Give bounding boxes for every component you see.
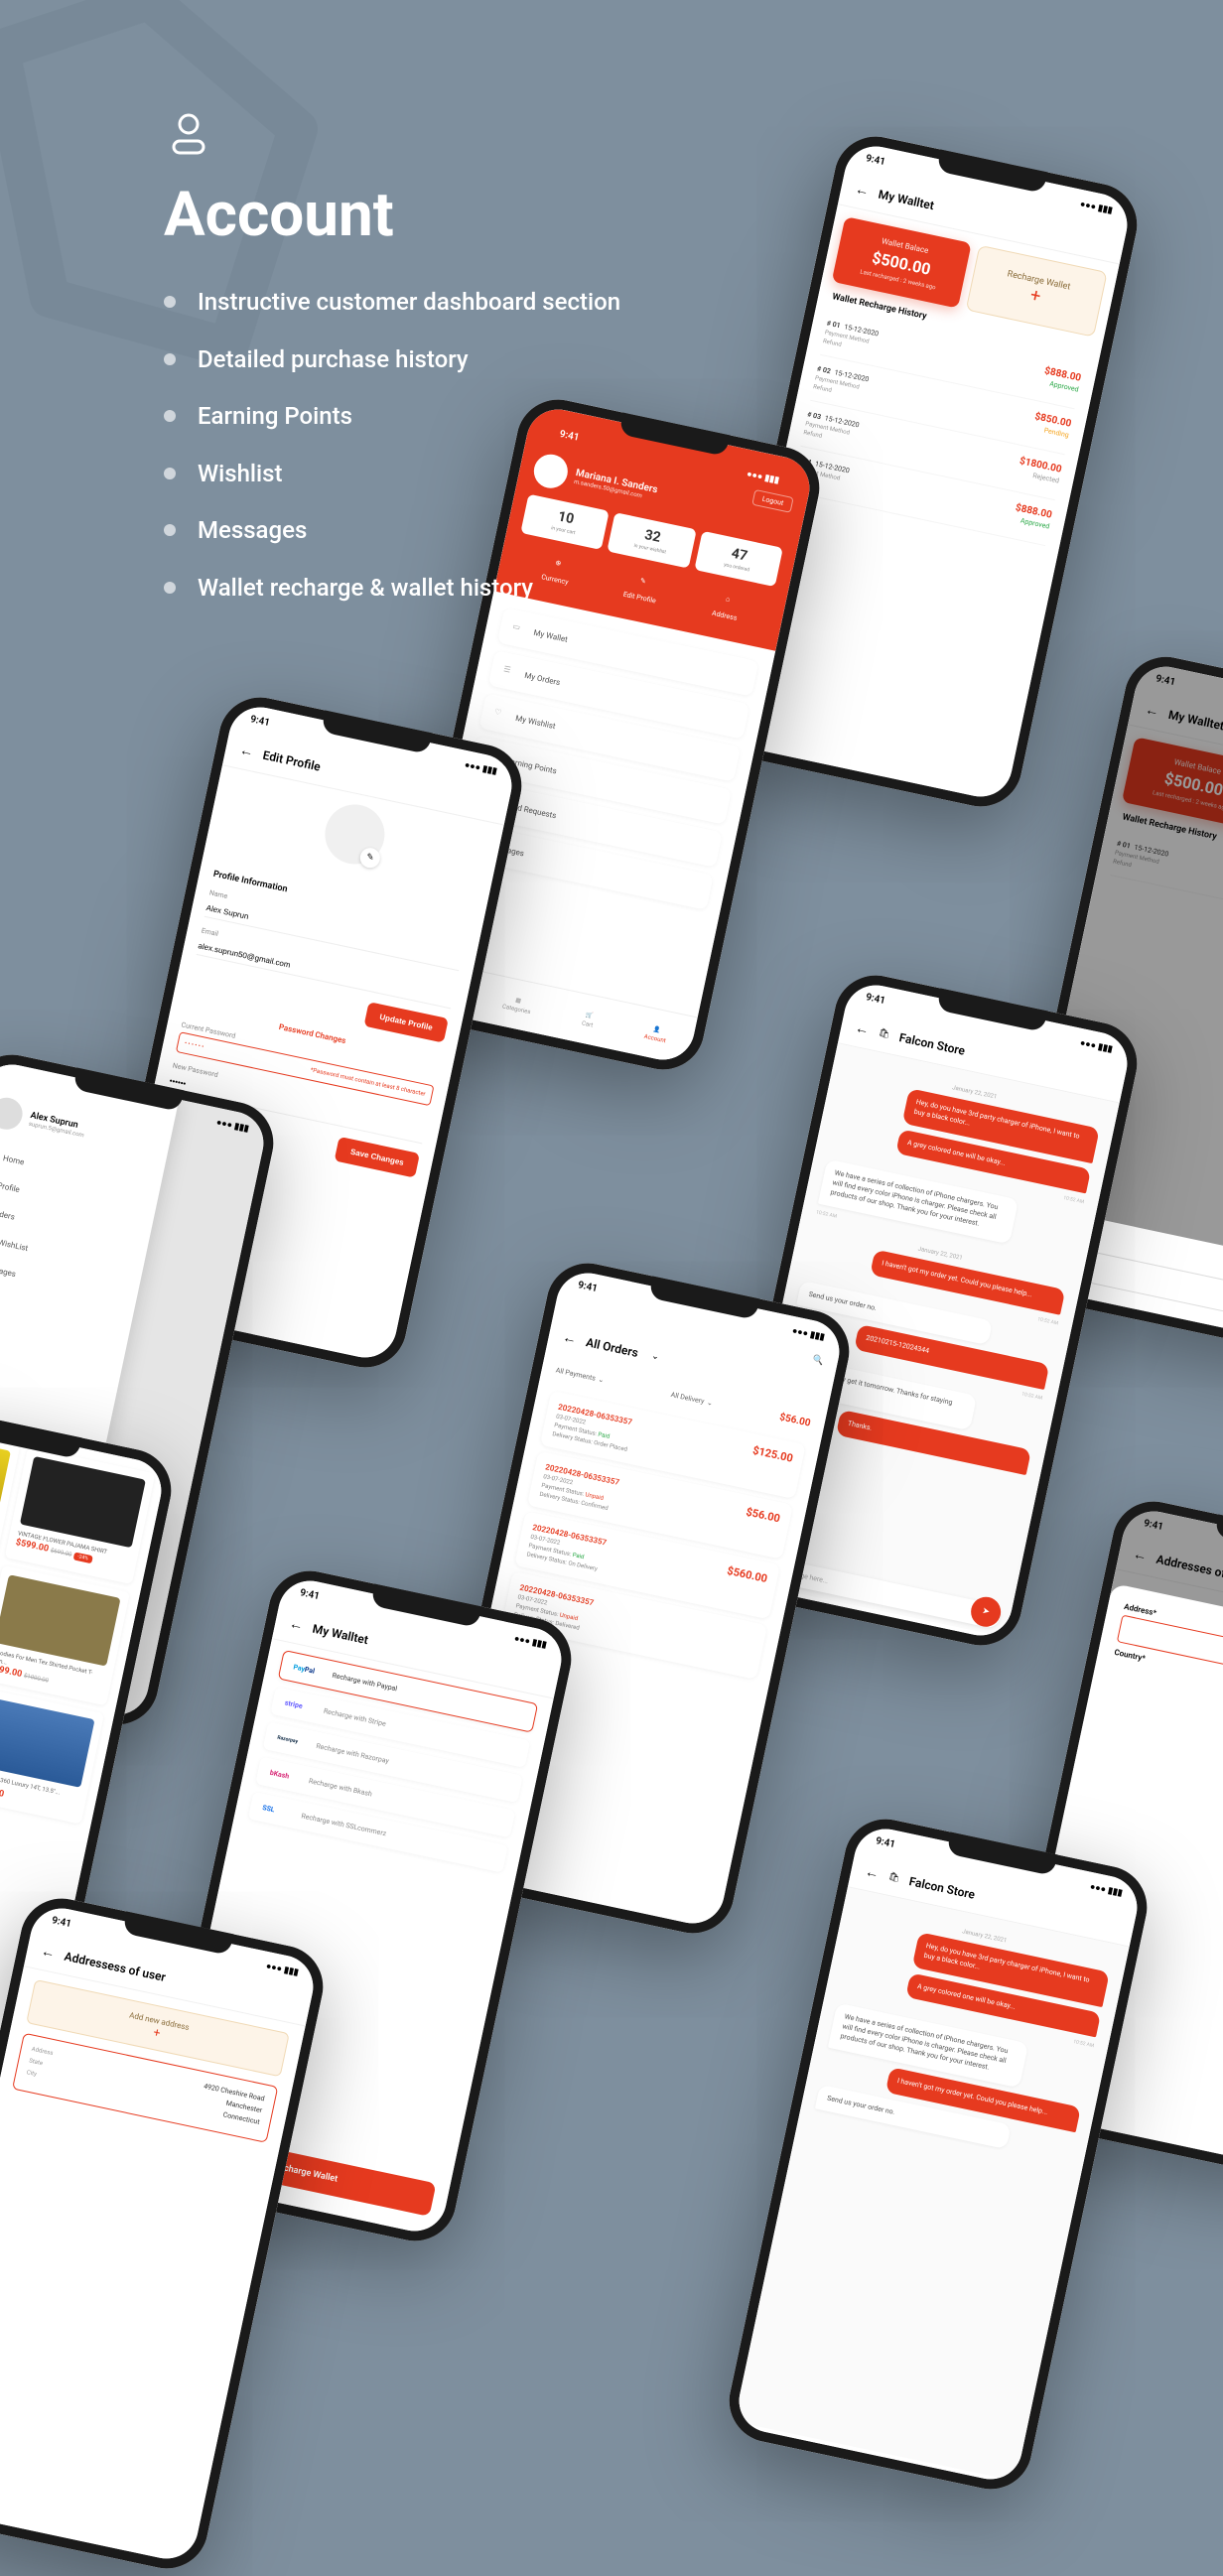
nav-account[interactable]: 👤Account <box>643 1023 668 1043</box>
save-changes-button[interactable]: Save Changes <box>335 1137 420 1178</box>
cart-icon: 🛒 <box>585 1012 594 1019</box>
back-icon[interactable]: ← <box>288 1615 305 1635</box>
stat-orders[interactable]: 47you ordered <box>694 531 783 587</box>
update-profile-button[interactable]: Update Profile <box>363 1002 449 1043</box>
product-card[interactable]: HP Spectre x360 Luxury 14T, 13.5"...$1,7… <box>0 1687 104 1825</box>
wallet-title: My Walltet <box>878 187 936 212</box>
back-icon[interactable]: ← <box>40 1943 57 1963</box>
nav-categories[interactable]: ▦Categories <box>501 994 533 1016</box>
back-icon[interactable]: ← <box>561 1328 578 1348</box>
grid-icon: ▦ <box>515 997 522 1005</box>
back-icon[interactable]: ← <box>238 742 255 761</box>
phone-chat-2: 9:41●●● ▮▮▮ ←🛍Falcon Store January 22, 2… <box>722 1812 1155 2497</box>
user-icon <box>164 109 213 159</box>
store-icon: 🛍 <box>878 1027 890 1039</box>
stat-wishlist[interactable]: 32in your wishlist <box>608 512 697 568</box>
orders-icon: ☰ <box>502 664 516 678</box>
filter-payments[interactable]: All Payments ⌄ <box>555 1366 605 1384</box>
filter-delivery[interactable]: All Delivery ⌄ <box>670 1391 714 1408</box>
feature-list: Instructive customer dashboard section D… <box>164 286 620 606</box>
feature-item: Wallet recharge & wallet history <box>164 572 620 606</box>
avatar[interactable] <box>0 1095 26 1133</box>
nav-cart[interactable]: 🛒Cart <box>581 1011 595 1028</box>
back-icon[interactable]: ← <box>854 1019 871 1039</box>
phone-addresses: 9:41●●● ▮▮▮ ←Addressess of user Add new … <box>0 1891 331 2576</box>
search-icon[interactable]: 🔍 <box>811 1355 824 1367</box>
edit-icon: ✎ <box>634 576 651 593</box>
wallet-balance-card: Wallet Balace $500.00 Last recharged : 2… <box>832 216 972 309</box>
recharge-wallet-button[interactable]: Recharge Wallet + <box>966 245 1108 338</box>
back-icon[interactable]: ← <box>854 181 871 201</box>
heart-icon: ♡ <box>493 707 507 721</box>
tab-address[interactable]: ⌂Address <box>680 581 772 634</box>
feature-item: Instructive customer dashboard section <box>164 286 620 320</box>
store-icon: 🛍 <box>887 1871 900 1883</box>
feature-item: Earning Points <box>164 400 620 434</box>
chevron-down-icon[interactable]: ⌄ <box>650 1351 659 1362</box>
back-icon[interactable]: ← <box>864 1863 881 1883</box>
user-icon: 👤 <box>652 1025 661 1033</box>
plus-icon: + <box>1028 285 1042 308</box>
feature-item: Detailed purchase history <box>164 343 620 377</box>
feature-item: Wishlist <box>164 458 620 491</box>
address-icon: ⌂ <box>719 594 736 610</box>
feature-item: Messages <box>164 514 620 548</box>
product-card[interactable]: Hoodies For Men Tex Shirted Pocket T-Men… <box>0 1565 130 1706</box>
page-title: Account <box>164 179 620 251</box>
avatar-edit[interactable] <box>320 799 390 870</box>
product-card[interactable]: VINTAGE FLOWER PAJAMA SHIRT$599.00 $699.… <box>5 1446 156 1584</box>
header-section: Account Instructive customer dashboard s… <box>164 109 620 629</box>
